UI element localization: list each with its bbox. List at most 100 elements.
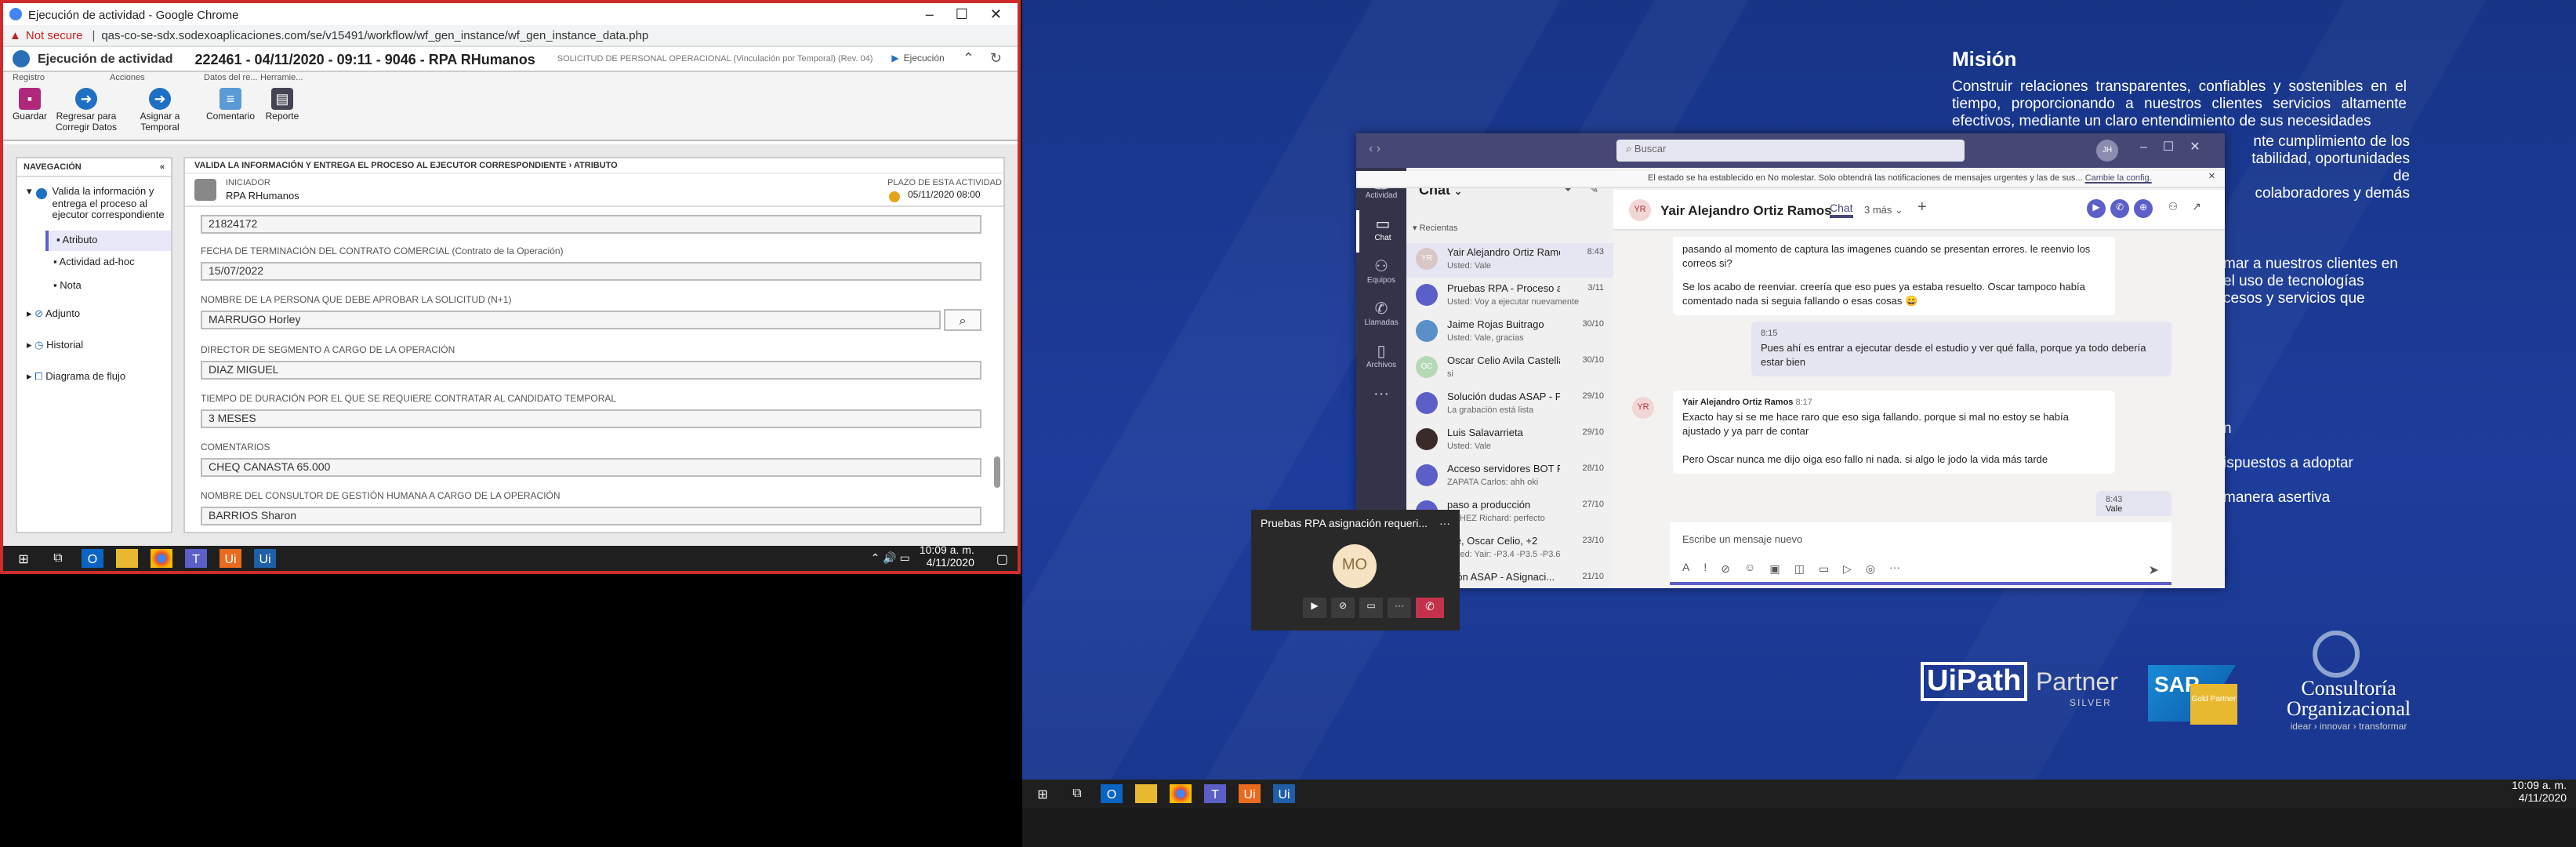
sticker-icon[interactable]: ◫	[1794, 563, 1805, 576]
chat-list-item[interactable]: Acceso servidores BOT Fa... 28/10 ZAPATA C…	[1406, 460, 1613, 494]
back-forward-icon[interactable]: ‹ ›	[1369, 141, 1381, 155]
close-banner-icon[interactable]: ✕	[2208, 173, 2215, 182]
compose-input[interactable]: Escribe un mensaje nuevo	[1670, 522, 2171, 558]
field-contract-end[interactable]: 15/07/2022	[201, 262, 981, 281]
field-approver[interactable]: MARRUGO Horley	[201, 311, 941, 329]
rail-files[interactable]: ▯ Archivos	[1356, 337, 1406, 380]
field-comments[interactable]: CHEQ CANASTA 65.000	[201, 458, 981, 477]
comment-button[interactable]: ≡ Comentario	[204, 88, 257, 123]
chrome-icon[interactable]	[151, 549, 172, 568]
task-view-icon[interactable]: ⧉	[47, 549, 69, 568]
uipath-studio-icon[interactable]: Ui	[1239, 784, 1261, 803]
notifications-icon[interactable]: ▢	[996, 551, 1008, 565]
gif-icon[interactable]: ▣	[1769, 563, 1780, 576]
windows-start-icon[interactable]: ⊞	[1032, 784, 1054, 803]
chrome-icon[interactable]	[1170, 784, 1192, 803]
return-correct-button[interactable]: ➜ Regresar para Corregir Datos	[53, 88, 119, 133]
audio-call-icon[interactable]: ✆	[2110, 199, 2129, 218]
stream-icon[interactable]: ▷	[1843, 563, 1852, 576]
more-options-icon[interactable]: ···	[1889, 563, 1900, 576]
sender-avatar[interactable]: YR	[1632, 397, 1654, 419]
nav-item-nota[interactable]: ▪ Nota	[45, 274, 171, 297]
field-director[interactable]: DIAZ MIGUEL	[201, 361, 981, 380]
close-icon[interactable]: ✕	[2190, 140, 2200, 154]
assign-temporal-button[interactable]: ➜ Asignar a Temporal	[122, 88, 198, 133]
outlook-icon[interactable]: O	[1101, 784, 1123, 803]
outlook-icon[interactable]: O	[82, 549, 103, 568]
participants-icon[interactable]: ⚇	[2164, 199, 2182, 218]
minimize-icon[interactable]: –	[926, 5, 934, 23]
share-screen-icon[interactable]: ▭	[1359, 598, 1383, 618]
chat-list-item[interactable]: OC Oscar Celio Avila Castella... 30/10 si	[1406, 351, 1613, 386]
maximize-icon[interactable]: ☐	[2163, 140, 2174, 154]
meet-icon[interactable]: ▭	[1819, 563, 1829, 576]
tab-more[interactable]: 3 más ⌄	[1864, 204, 1903, 216]
chat-list-item[interactable]: YR Yair Alejandro Ortiz Ramos 8:43 Usted: V…	[1406, 243, 1613, 278]
clock-left[interactable]: 10:09 a. m. 4/11/2020	[920, 546, 974, 571]
camera-icon[interactable]: ▶	[1303, 598, 1326, 618]
dnd-settings-link[interactable]: Cambie la config.	[2085, 174, 2152, 184]
chat-list-item[interactable]: Solución dudas ASAP - P... 29/10 La grabac…	[1406, 387, 1613, 422]
nav-section-diagrama[interactable]: ▸ ⧠ Diagrama de flujo	[17, 360, 171, 393]
search-approver-button[interactable]: ⌕	[944, 309, 981, 331]
field-id-number[interactable]: 21824172	[201, 215, 981, 234]
nav-section-adjunto[interactable]: ▸ ⊘ Adjunto	[17, 297, 171, 329]
screen-share-icon[interactable]: ⊕	[2134, 199, 2153, 218]
collapse-nav-icon[interactable]: «	[160, 163, 165, 173]
close-icon[interactable]: ✕	[990, 5, 1002, 23]
not-secure-label[interactable]: Not secure	[26, 28, 83, 42]
rail-calls[interactable]: ✆ Llamadas	[1356, 295, 1406, 337]
praise-icon[interactable]: ◎	[1866, 563, 1875, 576]
tray-icons[interactable]: ⌃ 🔊 ▭	[871, 552, 910, 565]
address-bar[interactable]: ▲ Not secure | qas-co-se-sdx.sodexoaplic…	[3, 25, 1018, 47]
send-icon[interactable]: ➤	[2149, 563, 2159, 577]
rail-chat[interactable]: ▭ Chat	[1356, 210, 1406, 253]
task-view-icon[interactable]: ⧉	[1066, 784, 1088, 803]
user-avatar[interactable]: JH	[2096, 140, 2118, 162]
contact-avatar[interactable]: YR	[1629, 199, 1651, 221]
rail-more[interactable]: ···	[1356, 380, 1406, 422]
attach-icon[interactable]: ⊘	[1721, 563, 1730, 576]
teams-search-input[interactable]: ⌕ Buscar	[1616, 140, 1965, 162]
file-explorer-icon[interactable]	[1135, 784, 1157, 803]
uipath-assistant-icon[interactable]: Ui	[254, 549, 276, 568]
tab-chat[interactable]: Chat	[1830, 204, 1853, 218]
refresh-icon[interactable]: ↻	[990, 50, 1002, 67]
chat-list-item[interactable]: Jaime Rojas Buitrago 30/10 Usted: Vale, gr…	[1406, 315, 1613, 350]
rail-teams[interactable]: ⚇ Equipos	[1356, 253, 1406, 295]
hang-up-icon[interactable]: ✆	[1416, 598, 1444, 618]
nav-activity[interactable]: ▾ Valida la información y entrega el pro…	[17, 177, 171, 222]
field-duration[interactable]: 3 MESES	[201, 409, 981, 428]
chat-list-item[interactable]: Luis Salavarrieta 29/10 Usted: Vale	[1406, 424, 1613, 458]
nav-section-historial[interactable]: ▸ ◷ Historial	[17, 329, 171, 360]
important-icon[interactable]: !	[1703, 563, 1707, 576]
popout-icon[interactable]: ↗	[2187, 199, 2206, 218]
chevron-down-icon[interactable]: ⌄	[1454, 188, 1462, 198]
more-icon[interactable]: ···	[1439, 519, 1450, 530]
more-actions-icon[interactable]: ···	[1388, 598, 1411, 618]
url-text[interactable]: qas-co-se-sdx.sodexoaplicaciones.com/se/…	[101, 28, 648, 42]
file-explorer-icon[interactable]	[116, 549, 138, 568]
report-button[interactable]: ▤ Reporte	[260, 88, 304, 123]
nav-item-adhoc[interactable]: ▪ Actividad ad-hoc	[45, 250, 171, 274]
save-button[interactable]: ▪ Guardar	[9, 88, 50, 123]
form-scrollbar[interactable]	[994, 456, 1000, 488]
nav-item-atributo[interactable]: ▪ Atributo	[45, 230, 171, 250]
expand-icon[interactable]: ▾	[27, 187, 32, 222]
video-call-icon[interactable]: ▶	[2087, 199, 2106, 218]
minimize-icon[interactable]: –	[2140, 140, 2147, 154]
emoji-icon[interactable]: ☺	[1744, 563, 1755, 576]
clock-right[interactable]: 10:09 a. m. 4/11/2020	[2512, 781, 2567, 806]
mic-muted-icon[interactable]: ⊘	[1331, 598, 1355, 618]
collapse-icon[interactable]: ⌃	[963, 50, 974, 67]
uipath-studio-icon[interactable]: Ui	[220, 549, 241, 568]
field-consultant[interactable]: BARRIOS Sharon	[201, 507, 981, 525]
maximize-icon[interactable]: ☐	[956, 5, 968, 23]
format-icon[interactable]: A	[1682, 563, 1689, 576]
teams-icon[interactable]: T	[185, 549, 207, 568]
windows-start-icon[interactable]: ⊞	[13, 549, 34, 568]
add-tab-icon[interactable]: +	[1917, 199, 1927, 216]
chat-list-item[interactable]: Pruebas RPA - Proceso asi... 3/11 Usted: V…	[1406, 279, 1613, 314]
uipath-assistant-icon[interactable]: Ui	[1273, 784, 1295, 803]
compose-box[interactable]: Escribe un mensaje nuevo A ! ⊘ ☺ ▣ ◫ ▭ ▷…	[1670, 522, 2171, 585]
